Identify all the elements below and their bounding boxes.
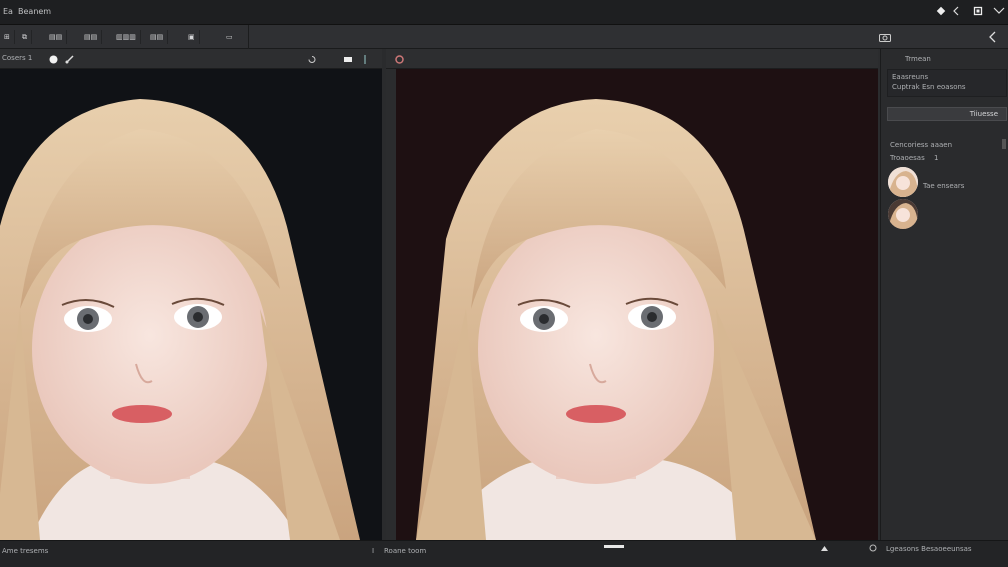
thumbnail-1[interactable] [888, 167, 918, 197]
left-pane-header: Cosers 1 [0, 49, 382, 69]
side-status-bar: Lgeasons Besaoeeunsas [880, 540, 1008, 567]
thumbnail-1-label: Tae ensears [923, 182, 965, 190]
toolbar-button-frame[interactable]: ▭ [222, 30, 237, 44]
collapse-panel-icon[interactable] [986, 30, 1000, 44]
toolbar-button-panel-a[interactable]: ▤▤ [45, 30, 68, 44]
left-status-marker: I [372, 547, 375, 555]
action-button-label: Tiiuesse [969, 110, 998, 118]
right-pane-progress-handle[interactable] [604, 545, 624, 548]
toolbar-button-grid[interactable]: ⊞ [0, 30, 15, 44]
toolbar-button-panel-e[interactable]: ▣ [184, 30, 200, 44]
arrow-icon[interactable] [360, 54, 370, 64]
triangle-up-icon[interactable] [819, 544, 829, 552]
split-divider[interactable] [382, 49, 386, 540]
left-status-bar: Ame tresems I [0, 540, 382, 567]
toolbar-button-panel-b[interactable]: ▤▤ [80, 30, 103, 44]
left-pane-title: Cosers 1 [2, 54, 33, 62]
side-panel-action-button[interactable]: Tiiuesse [887, 107, 1007, 121]
rectangle-icon[interactable] [342, 54, 354, 64]
chevron-left-icon[interactable] [950, 5, 962, 17]
side-status-text: Lgeasons Besaoeeunsas [886, 545, 972, 553]
toolbar-button-panel-d[interactable]: ▤▤ [146, 30, 169, 44]
app-label[interactable]: Ea [3, 7, 13, 16]
info-line-1: Eaasreuns [892, 73, 929, 81]
right-status-bar: Roane toom [382, 540, 880, 567]
settings-icon[interactable] [868, 543, 878, 553]
left-canvas[interactable] [0, 69, 382, 540]
circle-icon[interactable] [48, 54, 58, 64]
item-label: Troaoesas [890, 154, 925, 162]
toolbar-button-panel-c[interactable]: ▥▥▥ [112, 30, 141, 44]
toolbar-divider [248, 25, 249, 49]
toolbar: ⊞ ⧉ ▤▤ ▤▤ ▥▥▥ ▤▤ ▣ ▭ [0, 25, 1008, 49]
record-icon[interactable] [394, 54, 404, 64]
share-icon[interactable] [992, 5, 1006, 17]
menu-item[interactable]: Beanem [18, 7, 51, 16]
right-status-text: Roane toom [384, 547, 427, 555]
camera-icon[interactable] [878, 31, 892, 43]
thumbnail-2[interactable] [888, 199, 918, 229]
left-status-text: Ame tresems [2, 547, 49, 555]
portrait-image-left [0, 99, 360, 540]
side-panel-scrollbar[interactable] [1002, 139, 1006, 149]
section-label: Cencoriess aaaen [890, 141, 953, 149]
toolbar-button-layers[interactable]: ⧉ [18, 30, 32, 44]
item-value: 1 [934, 154, 939, 162]
diamond-icon[interactable] [935, 5, 947, 17]
rotate-icon[interactable] [306, 54, 318, 64]
side-panel-title: Trmean [905, 55, 931, 63]
portrait-image-right [416, 99, 816, 540]
side-panel: Trmean Eaasreuns Cuptrak Esn eoasons Tii… [880, 49, 1008, 540]
side-panel-header: Trmean [887, 49, 1008, 69]
right-pane-header [386, 49, 878, 69]
side-panel-info: Eaasreuns Cuptrak Esn eoasons [887, 69, 1007, 97]
right-canvas[interactable] [396, 69, 878, 540]
brush-icon[interactable] [64, 54, 74, 64]
menu-bar: Ea Beanem [0, 0, 1008, 25]
square-icon[interactable] [972, 5, 984, 17]
info-line-2: Cuptrak Esn eoasons [892, 83, 966, 91]
